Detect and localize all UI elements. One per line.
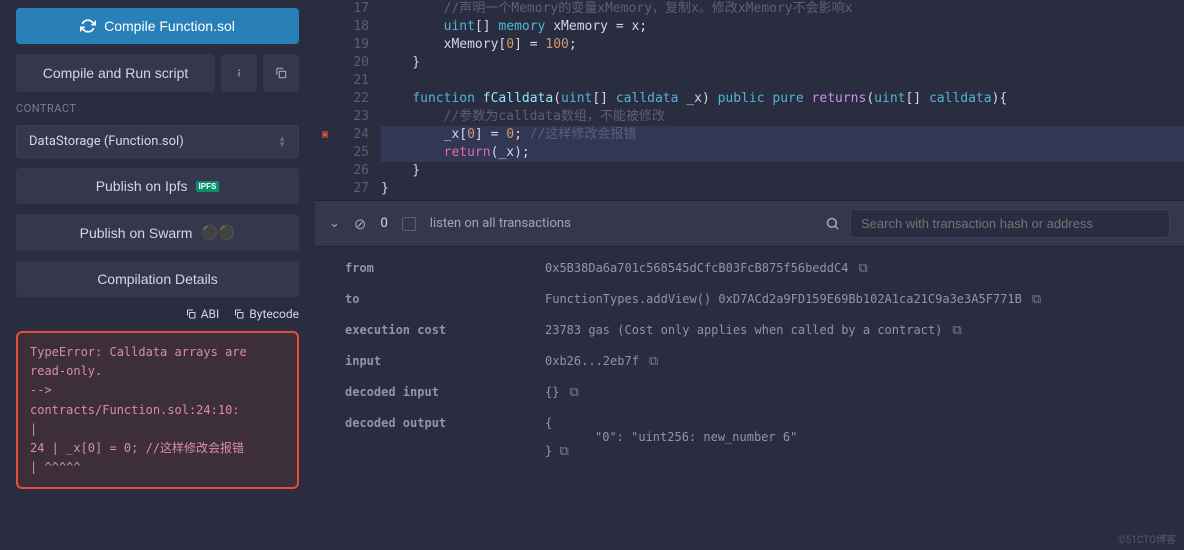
- refresh-icon: [80, 18, 96, 34]
- compile-button[interactable]: Compile Function.sol: [16, 8, 299, 44]
- error-arrow: -->: [30, 381, 285, 400]
- abi-link[interactable]: ABI: [185, 307, 220, 321]
- tx-decoded-input-value: {}: [545, 385, 559, 399]
- code-line[interactable]: return(_x);: [381, 144, 1184, 162]
- tx-from-key: from: [345, 261, 545, 276]
- info-icon: [232, 66, 246, 80]
- code-line[interactable]: uint[] memory xMemory = x;: [381, 18, 1184, 36]
- line-number: 24: [335, 126, 369, 144]
- chevron-down-icon[interactable]: ⌄: [329, 216, 340, 231]
- code-line[interactable]: [381, 72, 1184, 90]
- contract-select[interactable]: DataStorage (Function.sol) ▲▼: [16, 125, 299, 158]
- json-content: "0": "uint256: new_number 6": [595, 430, 797, 444]
- compilation-details-label: Compilation Details: [97, 271, 218, 287]
- error-marker-icon: ▣: [315, 126, 335, 144]
- line-number: 18: [335, 18, 369, 36]
- code-area[interactable]: //声明一个Memory的变量xMemory，复制x。修改xMemory不会影响…: [381, 0, 1184, 200]
- code-editor[interactable]: ▣ 1718192021222324252627 //声明一个Memory的变量…: [315, 0, 1184, 200]
- line-number: 17: [335, 0, 369, 18]
- abi-text: ABI: [201, 307, 220, 321]
- code-line[interactable]: //参数为calldata数组，不能被修改: [381, 108, 1184, 126]
- line-number: 20: [335, 54, 369, 72]
- tx-to-key: to: [345, 292, 545, 307]
- line-number-gutter: 1718192021222324252627: [335, 0, 381, 200]
- search-icon[interactable]: [825, 216, 840, 231]
- line-number: 25: [335, 144, 369, 162]
- bytecode-text: Bytecode: [249, 307, 299, 321]
- code-line[interactable]: }: [381, 54, 1184, 72]
- json-brace-close: }: [545, 444, 552, 458]
- tx-cost-key: execution cost: [345, 323, 545, 338]
- line-number: 22: [335, 90, 369, 108]
- copy-icon[interactable]: ⧉: [952, 323, 961, 338]
- tx-input-key: input: [345, 354, 545, 369]
- compile-run-button[interactable]: Compile and Run script: [16, 54, 215, 92]
- copy-icon[interactable]: ⧉: [649, 354, 658, 369]
- copy-icon[interactable]: ⧉: [1032, 292, 1041, 307]
- terminal-bar: ⌄ ⊘ 0 listen on all transactions: [315, 200, 1184, 247]
- code-line[interactable]: _x[0] = 0; //这样修改会报错: [381, 126, 1184, 144]
- copy-button[interactable]: [263, 54, 299, 92]
- publish-swarm-button[interactable]: Publish on Swarm ⚫⚫: [16, 214, 299, 251]
- tx-from-value: 0x5B38Da6a701c568545dCfcB03FcB875f56bedd…: [545, 261, 848, 275]
- swarm-icon: ⚫⚫: [200, 224, 235, 241]
- error-marker-column: ▣: [315, 0, 335, 200]
- json-brace-open: {: [545, 416, 797, 430]
- line-number: 23: [335, 108, 369, 126]
- chevron-updown-icon: ▲▼: [278, 136, 286, 147]
- line-number: 19: [335, 36, 369, 54]
- listen-checkbox[interactable]: [402, 217, 416, 231]
- block-icon[interactable]: ⊘: [354, 215, 367, 233]
- copy-icon: [233, 308, 245, 320]
- copy-icon[interactable]: ⧉: [559, 444, 568, 459]
- bytecode-link[interactable]: Bytecode: [233, 307, 299, 321]
- watermark: ©51CTO博客: [1118, 531, 1176, 546]
- listen-label: listen on all transactions: [430, 216, 571, 231]
- error-pipe: |: [30, 420, 285, 439]
- code-line[interactable]: xMemory[0] = 100;: [381, 36, 1184, 54]
- transaction-details: from 0x5B38Da6a701c568545dCfcB03FcB875f5…: [315, 247, 1184, 550]
- publish-ipfs-button[interactable]: Publish on Ipfs IPFS: [16, 168, 299, 204]
- ipfs-badge: IPFS: [196, 181, 220, 192]
- contract-label: CONTRACT: [16, 102, 299, 115]
- compilation-details-button[interactable]: Compilation Details: [16, 261, 299, 297]
- publish-ipfs-label: Publish on Ipfs: [96, 178, 188, 194]
- tx-input-value: 0xb26...2eb7f: [545, 354, 639, 368]
- error-caret: | ^^^^^: [30, 458, 285, 477]
- error-message: TypeError: Calldata arrays are read-only…: [30, 343, 285, 381]
- tx-to-value: FunctionTypes.addView() 0xD7ACd2a9FD159E…: [545, 292, 1022, 306]
- tx-decoded-input-key: decoded input: [345, 385, 545, 400]
- copy-icon[interactable]: ⧉: [858, 261, 867, 276]
- tx-decoded-output-key: decoded output: [345, 416, 545, 459]
- error-code-line: 24 | _x[0] = 0; //这样修改会报错: [30, 439, 285, 458]
- code-line[interactable]: function fCalldata(uint[] calldata _x) p…: [381, 90, 1184, 108]
- tx-cost-value: 23783 gas (Cost only applies when called…: [545, 323, 942, 337]
- line-number: 27: [335, 180, 369, 198]
- info-button[interactable]: [221, 54, 257, 92]
- line-number: 26: [335, 162, 369, 180]
- code-line[interactable]: }: [381, 162, 1184, 180]
- line-number: 21: [335, 72, 369, 90]
- code-line[interactable]: //声明一个Memory的变量xMemory，复制x。修改xMemory不会影响…: [381, 0, 1184, 18]
- copy-icon: [185, 308, 197, 320]
- code-line[interactable]: }: [381, 180, 1184, 198]
- sidebar: Compile Function.sol Compile and Run scr…: [0, 0, 315, 550]
- contract-selected-value: DataStorage (Function.sol): [29, 134, 184, 149]
- tx-count: 0: [380, 216, 387, 231]
- publish-swarm-label: Publish on Swarm: [80, 225, 193, 241]
- error-box: TypeError: Calldata arrays are read-only…: [16, 331, 299, 489]
- compile-button-label: Compile Function.sol: [104, 18, 235, 34]
- copy-icon: [274, 66, 288, 80]
- copy-icon[interactable]: ⧉: [569, 385, 578, 400]
- error-location: contracts/Function.sol:24:10:: [30, 401, 285, 420]
- search-input[interactable]: [850, 209, 1170, 238]
- compile-run-label: Compile and Run script: [43, 65, 189, 81]
